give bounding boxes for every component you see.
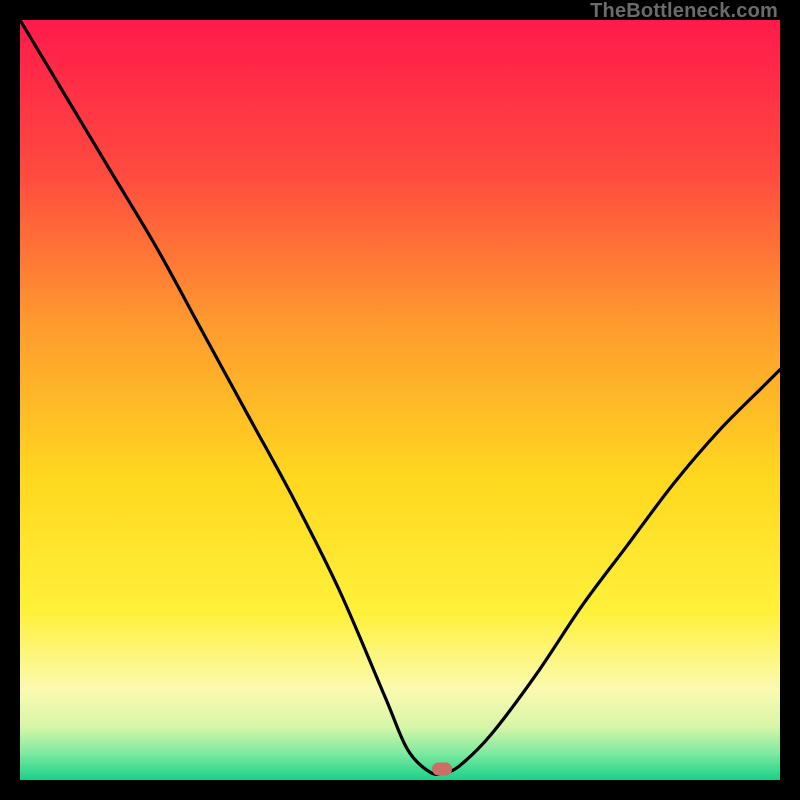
heat-gradient (20, 20, 780, 780)
optimal-point-marker (432, 762, 452, 775)
chart-frame: TheBottleneck.com (0, 0, 800, 800)
plot-area (20, 20, 780, 780)
